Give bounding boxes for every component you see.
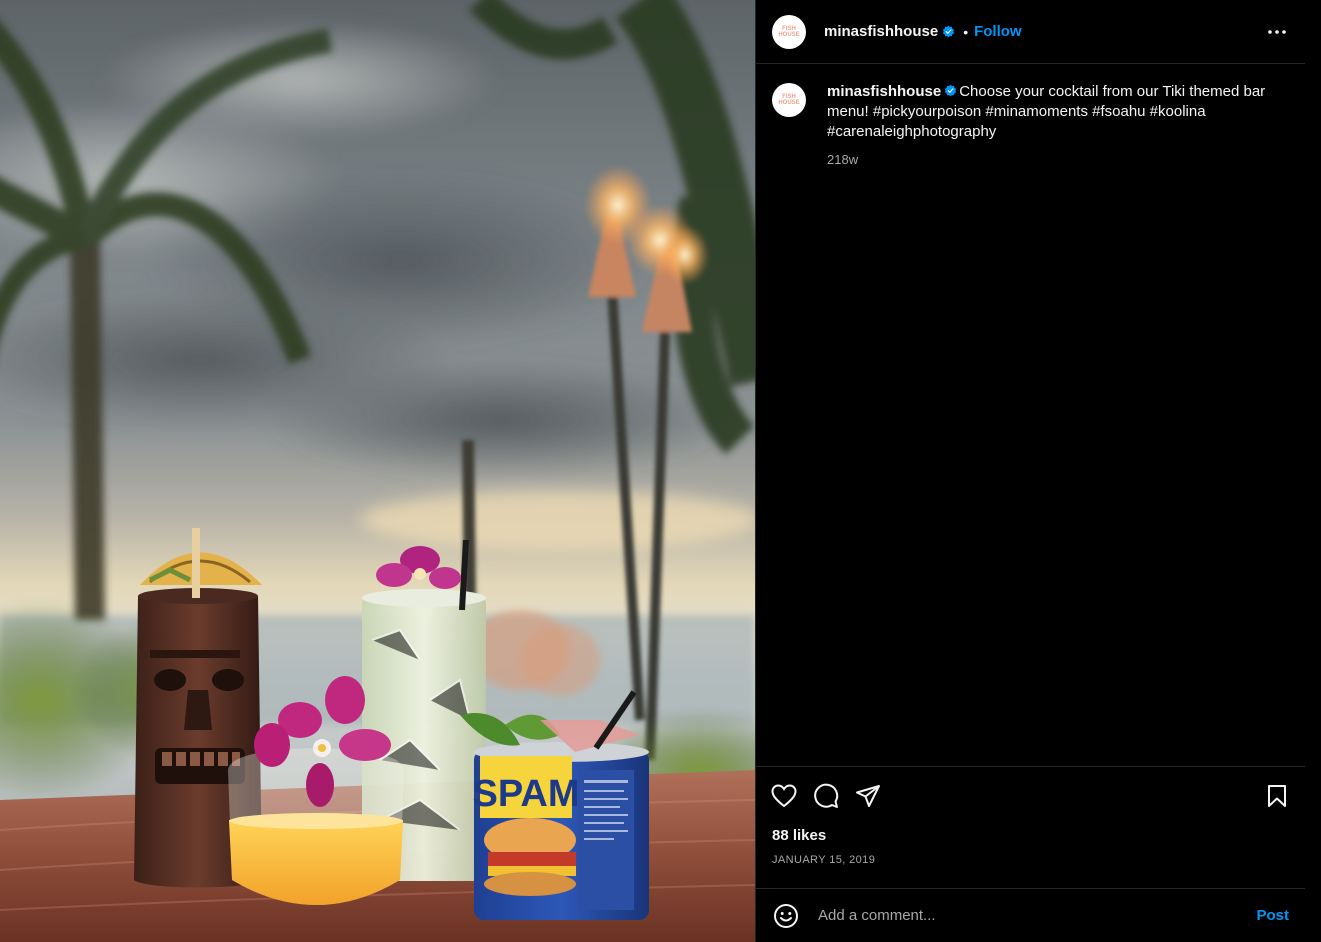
comments-section[interactable]: FISH HOUSE minasfishhouse Choose your co… bbox=[756, 64, 1305, 766]
can-label: SPAM bbox=[473, 773, 580, 815]
bookmark-icon bbox=[1268, 785, 1286, 807]
avatar[interactable]: FISH HOUSE bbox=[772, 14, 806, 49]
heart-icon bbox=[771, 784, 797, 808]
post-username[interactable]: minasfishhouse bbox=[824, 23, 938, 40]
more-options-button[interactable] bbox=[1265, 20, 1289, 44]
emoji-button[interactable] bbox=[772, 902, 800, 930]
add-comment-bar: Post bbox=[756, 888, 1305, 942]
right-gutter bbox=[1305, 0, 1321, 942]
separator-dot: • bbox=[963, 23, 969, 40]
smiley-icon bbox=[774, 903, 798, 928]
verified-badge-icon bbox=[943, 25, 955, 38]
post-comment-button[interactable]: Post bbox=[1256, 907, 1289, 924]
verified-badge-icon bbox=[945, 84, 957, 97]
share-button[interactable] bbox=[854, 782, 882, 810]
action-bar bbox=[770, 767, 1291, 825]
caption-username[interactable]: minasfishhouse bbox=[827, 83, 941, 100]
follow-button[interactable]: Follow bbox=[974, 23, 1022, 40]
paper-plane-icon bbox=[856, 785, 880, 807]
comment-button[interactable] bbox=[812, 782, 840, 810]
avatar-logo: FISH HOUSE bbox=[778, 25, 800, 38]
likes-count[interactable]: 88 likes bbox=[772, 827, 1289, 844]
caption-avatar[interactable]: FISH HOUSE bbox=[772, 83, 806, 117]
post-header: FISH HOUSE minasfishhouse • Follow bbox=[756, 0, 1305, 64]
post-details-panel: FISH HOUSE minasfishhouse • Follow FISH … bbox=[755, 0, 1305, 942]
post-modal: SPAM FISH HOUSE minasfishhouse • Follow … bbox=[0, 0, 1321, 942]
like-button[interactable] bbox=[770, 782, 798, 810]
post-date[interactable]: JANUARY 15, 2019 bbox=[772, 854, 1289, 866]
post-actions-section: 88 likes JANUARY 15, 2019 bbox=[756, 766, 1305, 866]
save-button[interactable] bbox=[1263, 782, 1291, 810]
caption: FISH HOUSE minasfishhouse Choose your co… bbox=[772, 82, 1289, 170]
caption-body: minasfishhouse Choose your cocktail from… bbox=[827, 82, 1282, 170]
post-photo[interactable]: SPAM bbox=[0, 0, 755, 942]
cocktail-photo: SPAM bbox=[0, 0, 755, 942]
caption-avatar-logo: FISH HOUSE bbox=[778, 94, 800, 106]
comment-input[interactable] bbox=[816, 906, 1257, 925]
caption-time[interactable]: 218w bbox=[827, 150, 1282, 170]
comment-bubble-icon bbox=[814, 783, 839, 808]
more-horizontal-icon bbox=[1268, 29, 1286, 34]
